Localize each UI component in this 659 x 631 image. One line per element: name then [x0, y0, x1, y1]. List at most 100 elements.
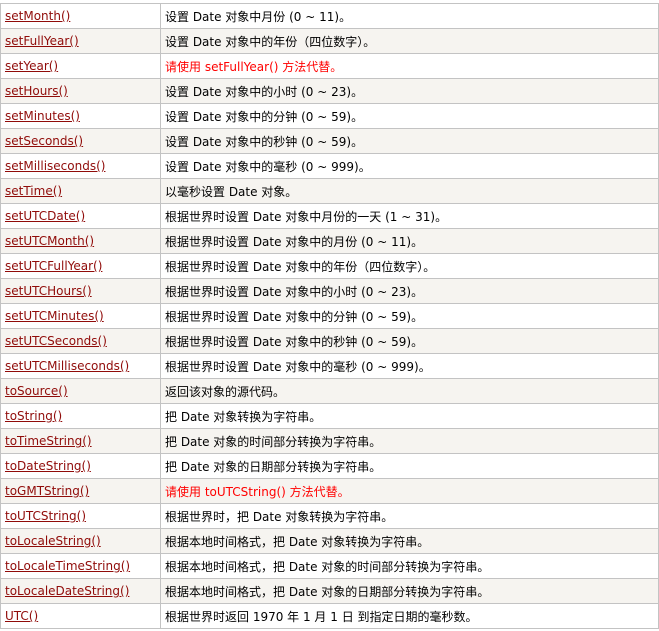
table-row: toGMTString() 请使用 toUTCString() 方法代替。 [0, 478, 659, 504]
method-description: 根据本地时间格式，把 Date 对象转换为字符串。 [165, 534, 430, 549]
method-link[interactable]: setFullYear() [5, 34, 79, 48]
method-link[interactable]: setHours() [5, 84, 68, 98]
method-description: 根据世界时设置 Date 对象中的月份 (0 ~ 11)。 [165, 234, 424, 249]
description-cell: 根据世界时设置 Date 对象中的分钟 (0 ~ 59)。 [160, 303, 659, 329]
description-cell: 把 Date 对象转换为字符串。 [160, 403, 659, 429]
method-cell: toSource() [0, 378, 161, 404]
method-description: 根据世界时返回 1970 年 1 月 1 日 到指定日期的毫秒数。 [165, 609, 478, 624]
method-cell: toLocaleDateString() [0, 578, 161, 604]
description-cell: 根据世界时设置 Date 对象中月份的一天 (1 ~ 31)。 [160, 203, 659, 229]
method-cell: toLocaleString() [0, 528, 161, 554]
method-link[interactable]: setUTCFullYear() [5, 259, 102, 273]
method-cell: setUTCFullYear() [0, 253, 161, 279]
method-link[interactable]: toLocaleTimeString() [5, 559, 130, 573]
deprecated-notice: 请使用 setFullYear() 方法代替。 [165, 59, 343, 74]
table-row: toLocaleDateString() 根据本地时间格式，把 Date 对象的… [0, 578, 659, 604]
method-link[interactable]: toTimeString() [5, 434, 92, 448]
method-description: 设置 Date 对象中月份 (0 ~ 11)。 [165, 9, 352, 24]
description-cell: 设置 Date 对象中月份 (0 ~ 11)。 [160, 3, 659, 29]
method-link[interactable]: toUTCString() [5, 509, 86, 523]
method-link[interactable]: toGMTString() [5, 484, 89, 498]
method-cell: setUTCDate() [0, 203, 161, 229]
method-link[interactable]: setUTCMinutes() [5, 309, 104, 323]
method-link[interactable]: setYear() [5, 59, 58, 73]
table-row: toSource() 返回该对象的源代码。 [0, 378, 659, 404]
description-cell: 把 Date 对象的时间部分转换为字符串。 [160, 428, 659, 454]
method-cell: setUTCMinutes() [0, 303, 161, 329]
description-cell: 根据本地时间格式，把 Date 对象的时间部分转换为字符串。 [160, 553, 659, 579]
table-row: setMinutes() 设置 Date 对象中的分钟 (0 ~ 59)。 [0, 103, 659, 129]
method-cell: setUTCMilliseconds() [0, 353, 161, 379]
method-link[interactable]: setMonth() [5, 9, 70, 23]
table-row: setUTCDate() 根据世界时设置 Date 对象中月份的一天 (1 ~ … [0, 203, 659, 229]
method-link[interactable]: setUTCMilliseconds() [5, 359, 129, 373]
method-link[interactable]: toLocaleDateString() [5, 584, 129, 598]
table-row: setUTCHours() 根据世界时设置 Date 对象中的小时 (0 ~ 2… [0, 278, 659, 304]
method-description: 设置 Date 对象中的年份（四位数字）。 [165, 34, 376, 49]
description-cell: 根据世界时设置 Date 对象中的小时 (0 ~ 23)。 [160, 278, 659, 304]
method-link[interactable]: UTC() [5, 609, 38, 623]
table-row: setYear() 请使用 setFullYear() 方法代替。 [0, 53, 659, 79]
table-row: toString() 把 Date 对象转换为字符串。 [0, 403, 659, 429]
method-link[interactable]: setUTCHours() [5, 284, 92, 298]
description-cell: 返回该对象的源代码。 [160, 378, 659, 404]
method-link[interactable]: setUTCMonth() [5, 234, 94, 248]
method-description: 根据世界时设置 Date 对象中的年份（四位数字）。 [165, 259, 436, 274]
description-cell: 设置 Date 对象中的毫秒 (0 ~ 999)。 [160, 153, 659, 179]
table-row: setUTCMinutes() 根据世界时设置 Date 对象中的分钟 (0 ~… [0, 303, 659, 329]
method-link[interactable]: toSource() [5, 384, 68, 398]
method-cell: setUTCSeconds() [0, 328, 161, 354]
description-cell: 根据本地时间格式，把 Date 对象的日期部分转换为字符串。 [160, 578, 659, 604]
description-cell: 根据世界时设置 Date 对象中的秒钟 (0 ~ 59)。 [160, 328, 659, 354]
description-cell: 设置 Date 对象中的秒钟 (0 ~ 59)。 [160, 128, 659, 154]
method-link[interactable]: setMilliseconds() [5, 159, 105, 173]
description-cell: 设置 Date 对象中的分钟 (0 ~ 59)。 [160, 103, 659, 129]
method-cell: toUTCString() [0, 503, 161, 529]
method-cell: setMilliseconds() [0, 153, 161, 179]
date-methods-table-body: setMonth() 设置 Date 对象中月份 (0 ~ 11)。 setFu… [0, 3, 659, 629]
method-description: 根据本地时间格式，把 Date 对象的时间部分转换为字符串。 [165, 559, 490, 574]
method-cell: setFullYear() [0, 28, 161, 54]
method-cell: setMonth() [0, 3, 161, 29]
description-cell: 请使用 toUTCString() 方法代替。 [160, 478, 659, 504]
method-link[interactable]: toString() [5, 409, 62, 423]
method-cell: setSeconds() [0, 128, 161, 154]
table-row: toDateString() 把 Date 对象的日期部分转换为字符串。 [0, 453, 659, 479]
table-row: setUTCMilliseconds() 根据世界时设置 Date 对象中的毫秒… [0, 353, 659, 379]
method-cell: toDateString() [0, 453, 161, 479]
method-description: 根据世界时设置 Date 对象中的秒钟 (0 ~ 59)。 [165, 334, 424, 349]
description-cell: 根据世界时设置 Date 对象中的年份（四位数字）。 [160, 253, 659, 279]
description-cell: 把 Date 对象的日期部分转换为字符串。 [160, 453, 659, 479]
table-row: toLocaleTimeString() 根据本地时间格式，把 Date 对象的… [0, 553, 659, 579]
table-row: setHours() 设置 Date 对象中的小时 (0 ~ 23)。 [0, 78, 659, 104]
method-link[interactable]: setUTCSeconds() [5, 334, 107, 348]
method-description: 设置 Date 对象中的毫秒 (0 ~ 999)。 [165, 159, 371, 174]
method-link[interactable]: setMinutes() [5, 109, 80, 123]
method-description: 根据世界时设置 Date 对象中月份的一天 (1 ~ 31)。 [165, 209, 448, 224]
method-link[interactable]: toDateString() [5, 459, 91, 473]
table-row: toUTCString() 根据世界时，把 Date 对象转换为字符串。 [0, 503, 659, 529]
description-cell: 设置 Date 对象中的小时 (0 ~ 23)。 [160, 78, 659, 104]
method-description: 根据世界时设置 Date 对象中的小时 (0 ~ 23)。 [165, 284, 424, 299]
method-link[interactable]: setSeconds() [5, 134, 83, 148]
method-cell: setMinutes() [0, 103, 161, 129]
method-cell: setYear() [0, 53, 161, 79]
table-row: setUTCMonth() 根据世界时设置 Date 对象中的月份 (0 ~ 1… [0, 228, 659, 254]
method-cell: toString() [0, 403, 161, 429]
method-link[interactable]: setUTCDate() [5, 209, 85, 223]
method-link[interactable]: setTime() [5, 184, 62, 198]
method-link[interactable]: toLocaleString() [5, 534, 101, 548]
description-cell: 设置 Date 对象中的年份（四位数字）。 [160, 28, 659, 54]
method-description: 返回该对象的源代码。 [165, 384, 286, 399]
table-row: UTC() 根据世界时返回 1970 年 1 月 1 日 到指定日期的毫秒数。 [0, 603, 659, 629]
table-row: setMilliseconds() 设置 Date 对象中的毫秒 (0 ~ 99… [0, 153, 659, 179]
description-cell: 请使用 setFullYear() 方法代替。 [160, 53, 659, 79]
method-cell: toLocaleTimeString() [0, 553, 161, 579]
date-methods-table: setMonth() 设置 Date 对象中月份 (0 ~ 11)。 setFu… [0, 3, 659, 629]
method-cell: UTC() [0, 603, 161, 629]
method-cell: setUTCHours() [0, 278, 161, 304]
table-row: toTimeString() 把 Date 对象的时间部分转换为字符串。 [0, 428, 659, 454]
method-description: 把 Date 对象的时间部分转换为字符串。 [165, 434, 382, 449]
table-row: setTime() 以毫秒设置 Date 对象。 [0, 178, 659, 204]
description-cell: 根据世界时设置 Date 对象中的月份 (0 ~ 11)。 [160, 228, 659, 254]
